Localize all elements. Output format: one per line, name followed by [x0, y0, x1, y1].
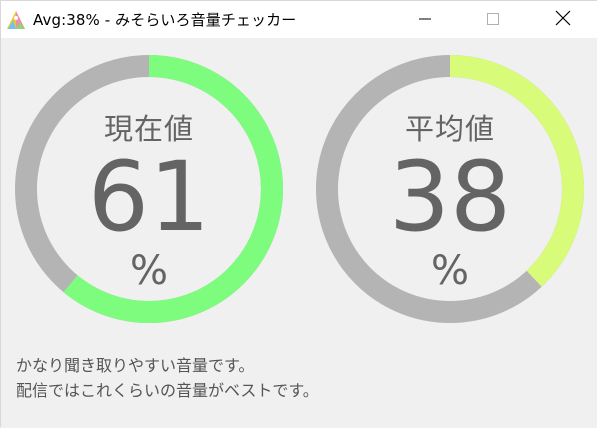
status-message-line-1: かなり聞き取りやすい音量です。 [16, 356, 255, 375]
current-volume-gauge: 現在値 61 % [13, 53, 285, 325]
close-button[interactable] [540, 1, 586, 38]
app-logo-icon [5, 9, 27, 31]
close-icon [555, 10, 571, 30]
minimize-icon [419, 10, 431, 29]
current-gauge-unit: % [129, 248, 168, 294]
status-message-line-2: 配信ではこれくらいの音量がベストです。 [16, 381, 319, 400]
current-gauge-value: 61 [87, 141, 211, 253]
maximize-button[interactable] [470, 1, 516, 38]
minimize-button[interactable] [402, 1, 448, 38]
content-area: 現在値 61 % 平均値 38 % かなり聞き取りやすい音量です。 配信ではこれ… [1, 38, 597, 428]
average-gauge-unit: % [430, 248, 469, 294]
average-volume-gauge: 平均値 38 % [314, 53, 586, 325]
average-gauge-value: 38 [388, 141, 512, 253]
app-window: Avg:38% - みそらいろ音量チェッカー 現在値 61 % 平均値 38 %… [0, 0, 597, 428]
window-title: Avg:38% - みそらいろ音量チェッカー [33, 11, 297, 29]
title-bar[interactable]: Avg:38% - みそらいろ音量チェッカー [1, 1, 597, 38]
maximize-icon [487, 10, 499, 29]
